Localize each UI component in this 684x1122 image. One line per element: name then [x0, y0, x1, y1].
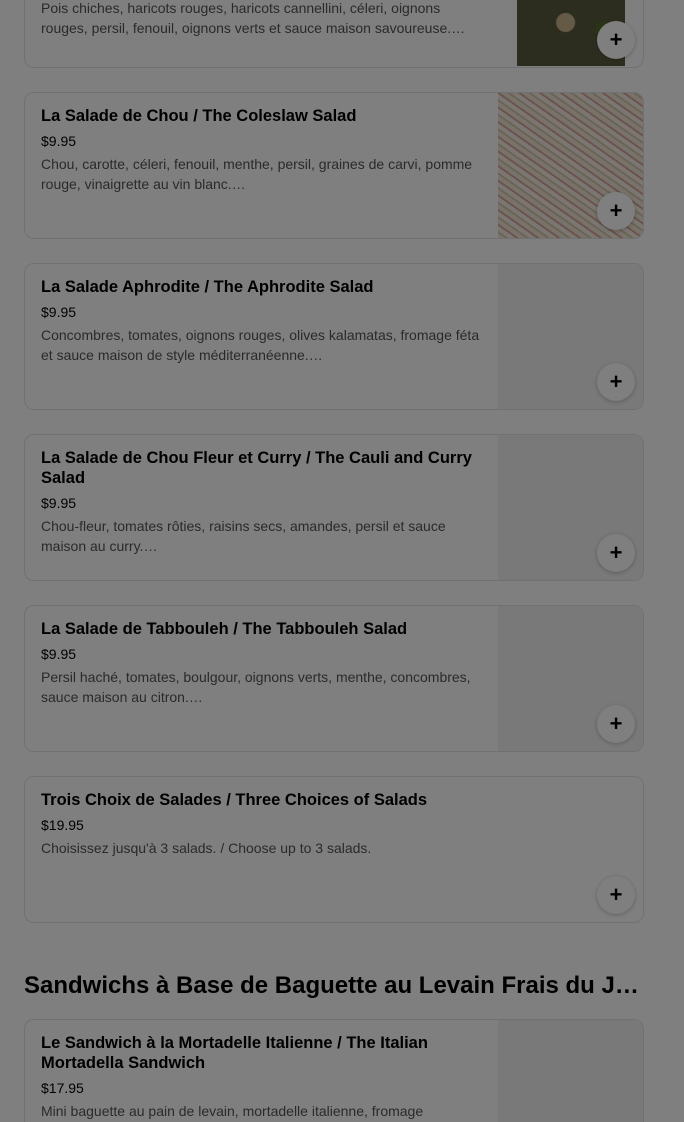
menu-item-description: Chou-fleur, tomates rôties, raisins secs…: [41, 518, 446, 554]
menu-item-card[interactable]: La Salade Aphrodite / The Aphrodite Sala…: [24, 263, 644, 410]
menu-item-title: Le Sandwich à la Mortadelle Italienne / …: [41, 1034, 428, 1072]
menu-item-card[interactable]: La Salade de Chou / The Coleslaw Salad $…: [24, 92, 644, 239]
add-button[interactable]: +: [597, 363, 635, 401]
add-button[interactable]: +: [597, 192, 635, 230]
menu-item-text: Pois chiches, haricots rouges, haricots …: [41, 0, 481, 38]
menu-item-price: $19.95: [41, 817, 84, 833]
menu-item-card[interactable]: Trois Choix de Salades / Three Choices o…: [24, 776, 644, 923]
menu-item-description: Chou, carotte, céleri, fenouil, menthe, …: [41, 156, 473, 192]
menu-item-price: $9.95: [41, 304, 77, 320]
menu-item-description: Persil haché, tomates, boulgour, oignons…: [41, 669, 471, 705]
menu-item-price: $9.95: [41, 495, 77, 511]
menu-item-text: La Salade de Tabbouleh / The Tabbouleh S…: [41, 619, 481, 707]
add-button[interactable]: +: [597, 876, 635, 914]
menu-item-price: $9.95: [41, 646, 77, 662]
add-button[interactable]: +: [597, 705, 635, 743]
add-button[interactable]: +: [597, 21, 635, 59]
menu-item-price: $17.95: [41, 1080, 84, 1096]
menu-item-card[interactable]: La Salade de Tabbouleh / The Tabbouleh S…: [24, 605, 644, 752]
plus-icon: +: [609, 711, 623, 736]
menu-item-text: Trois Choix de Salades / Three Choices o…: [41, 790, 601, 858]
add-button[interactable]: +: [597, 534, 635, 572]
menu-page: Pois chiches, haricots rouges, haricots …: [0, 0, 684, 1122]
menu-item-card[interactable]: La Salade de Chou Fleur et Curry / The C…: [24, 434, 644, 581]
menu-item-text: Le Sandwich à la Mortadelle Italienne / …: [41, 1033, 481, 1121]
menu-item-text: La Salade de Chou Fleur et Curry / The C…: [41, 448, 481, 556]
menu-item-title: Trois Choix de Salades / Three Choices o…: [41, 791, 428, 809]
menu-item-description: Concombres, tomates, oignons rouges, oli…: [41, 327, 480, 363]
section-heading: Sandwichs à Base de Baguette au Levain F…: [24, 972, 644, 999]
menu-item-description: Mini baguette au pain de levain, mortade…: [41, 1103, 424, 1119]
plus-icon: +: [609, 882, 623, 907]
menu-item-title: La Salade de Chou / The Coleslaw Salad: [41, 107, 357, 125]
menu-item-photo-placeholder: [498, 1020, 643, 1122]
menu-item-card[interactable]: Pois chiches, haricots rouges, haricots …: [24, 0, 644, 68]
plus-icon: +: [609, 369, 623, 394]
plus-icon: +: [609, 198, 623, 223]
menu-item-card[interactable]: Le Sandwich à la Mortadelle Italienne / …: [24, 1019, 644, 1122]
menu-item-text: La Salade Aphrodite / The Aphrodite Sala…: [41, 277, 481, 365]
menu-item-description: Pois chiches, haricots rouges, haricots …: [41, 0, 466, 36]
plus-icon: +: [609, 27, 623, 52]
menu-item-title: La Salade de Chou Fleur et Curry / The C…: [41, 449, 472, 487]
menu-item-title: La Salade Aphrodite / The Aphrodite Sala…: [41, 278, 374, 296]
plus-icon: +: [609, 540, 623, 565]
menu-item-price: $9.95: [41, 133, 77, 149]
menu-item-description: Choisissez jusqu'à 3 salads. / Choose up…: [41, 840, 372, 856]
menu-item-text: La Salade de Chou / The Coleslaw Salad $…: [41, 106, 481, 194]
menu-item-title: La Salade de Tabbouleh / The Tabbouleh S…: [41, 620, 408, 638]
